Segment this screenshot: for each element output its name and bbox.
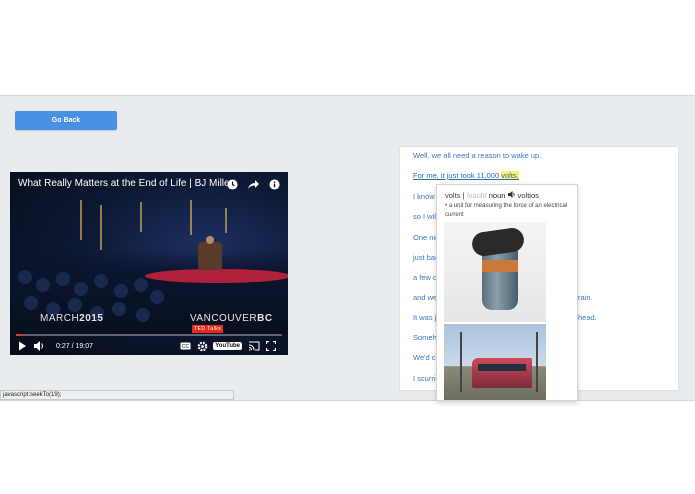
transcript-line[interactable]: just bac xyxy=(413,253,439,262)
popup-pronunciation: /vəʊlt/ xyxy=(466,191,487,200)
transcript-line[interactable]: so I wil xyxy=(413,212,436,221)
train xyxy=(472,358,532,388)
video-title[interactable]: What Really Matters at the End of Life |… xyxy=(18,178,228,189)
highlighted-word[interactable]: volts. xyxy=(501,171,519,180)
pole xyxy=(460,332,462,392)
popup-definition: • a unit for measuring the force of an e… xyxy=(445,203,568,218)
transcript-line[interactable]: I know xyxy=(413,192,435,201)
popup-separator: | xyxy=(462,191,465,200)
cc-icon[interactable]: CC xyxy=(179,340,191,352)
caption-location: VANCOUVERBCTED Talks xyxy=(190,313,273,334)
speaker-icon[interactable] xyxy=(507,191,518,200)
speaker-head xyxy=(206,236,214,244)
popup-audio-label[interactable]: voltios xyxy=(518,191,539,200)
video-player[interactable]: What Really Matters at the End of Life |… xyxy=(10,172,288,355)
popup-part-of-speech: noun xyxy=(488,191,506,200)
progress-bar[interactable] xyxy=(16,334,282,336)
pole xyxy=(536,332,538,392)
transcript-line[interactable]: Someh xyxy=(413,333,437,342)
train-image[interactable] xyxy=(444,324,546,400)
progress-fill xyxy=(16,334,23,336)
player-controls: 0:27 / 19:07 CC YouTube xyxy=(16,340,282,352)
app-panel: Go Back What Really Matters at the End o… xyxy=(0,95,695,401)
fullscreen-icon[interactable] xyxy=(265,340,277,352)
go-back-button[interactable]: Go Back xyxy=(15,111,117,130)
transcript-line-tail[interactable]: rain. xyxy=(578,293,593,302)
caption-date: MARCH2015 xyxy=(40,313,104,324)
transcript-line-current[interactable]: For me, it just took 11,000 volts. xyxy=(413,171,519,180)
volume-icon[interactable] xyxy=(33,340,45,352)
red-stage xyxy=(145,269,288,283)
settings-icon[interactable] xyxy=(196,340,208,352)
time-display: 0:27 / 19:07 xyxy=(56,342,93,350)
battery-image[interactable] xyxy=(444,222,546,322)
play-icon[interactable] xyxy=(16,340,28,352)
transcript-line[interactable]: We'd c xyxy=(413,353,436,362)
transcript-line[interactable]: and we xyxy=(413,293,437,302)
cast-icon[interactable] xyxy=(248,340,260,352)
transcript-line-tail[interactable]: head. xyxy=(578,313,597,322)
dictionary-popup[interactable]: volts | /vəʊlt/ noun voltios • a unit fo… xyxy=(436,184,578,401)
share-icon[interactable] xyxy=(247,178,259,190)
transcript-line[interactable]: Well, we all need a reason to wake up. xyxy=(413,151,541,160)
youtube-logo[interactable]: YouTube xyxy=(213,342,242,350)
speaker xyxy=(198,242,222,270)
popup-word: volts xyxy=(445,191,461,200)
train-window xyxy=(478,364,526,371)
battery-band xyxy=(482,260,518,272)
svg-text:CC: CC xyxy=(182,344,190,350)
info-icon[interactable] xyxy=(268,178,280,190)
player-top-controls xyxy=(226,178,280,190)
popup-header: volts | /vəʊlt/ noun voltios xyxy=(445,191,539,200)
clock-icon[interactable] xyxy=(226,178,238,190)
ted-badge: TED Talks xyxy=(192,325,224,334)
transcript-line[interactable]: a few o xyxy=(413,273,437,282)
battery-body xyxy=(482,250,518,310)
status-bar: javascript:seekTo(19); xyxy=(0,390,234,400)
